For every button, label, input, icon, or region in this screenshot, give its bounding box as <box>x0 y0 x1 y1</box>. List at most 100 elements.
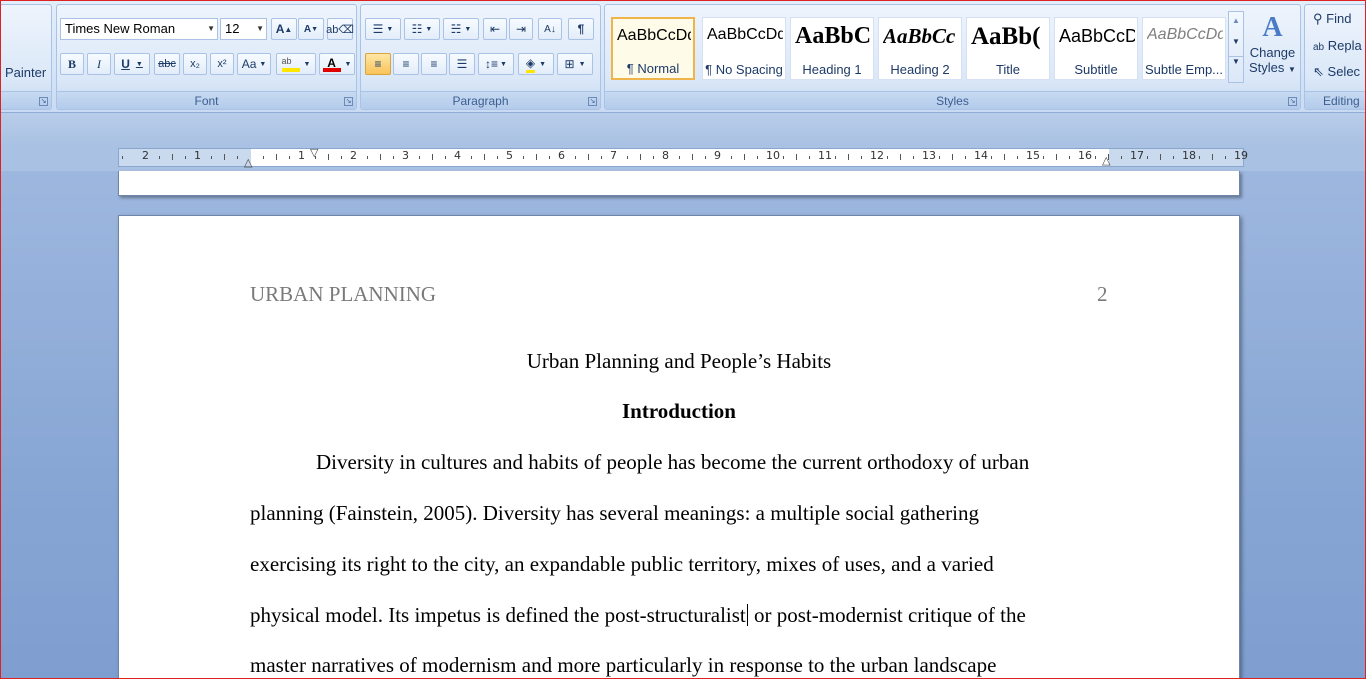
gallery-more-icon[interactable]: ▼ <box>1229 56 1243 66</box>
multilevel-list-button[interactable]: ☵ ▼ <box>443 18 479 40</box>
paragraph-line: planning (Fainstein, 2005). Diversity ha… <box>250 501 980 525</box>
font-name-combo[interactable]: Times New Roman ▼ <box>60 18 218 40</box>
style-heading-2[interactable]: AaBbCc Heading 2 <box>878 17 962 80</box>
ruler-tick-label: 10 <box>766 149 780 162</box>
underline-button[interactable]: U ▼ <box>114 53 150 75</box>
styles-dialog-launcher-icon[interactable]: ↘ <box>1288 97 1297 106</box>
ruler-minor-tick <box>276 154 277 160</box>
ruler-minor-tick <box>705 156 706 159</box>
right-indent-marker-icon[interactable]: △ <box>1102 154 1110 167</box>
ruler-minor-tick <box>1212 154 1213 160</box>
horizontal-ruler[interactable]: 2 1 1 2 3 4 5 6 7 8 9 10 11 12 13 14 15 16 17 18 19 ▽ △ △ <box>118 146 1248 169</box>
bold-button[interactable]: B <box>60 53 84 75</box>
superscript-button[interactable]: x² <box>210 53 234 75</box>
clipboard-launcher-icon[interactable]: ↘ <box>39 97 48 106</box>
ruler-tick-label: 18 <box>1182 149 1196 162</box>
first-line-indent-marker-icon[interactable]: ▽ <box>310 146 318 159</box>
paragraph-dialog-launcher-icon[interactable]: ↘ <box>588 97 597 106</box>
sort-button[interactable]: A↓ <box>538 18 562 40</box>
clear-formatting-button[interactable]: ab⌫ <box>326 18 354 40</box>
ruler-minor-tick <box>328 154 329 160</box>
ruler-minor-tick <box>1004 154 1005 160</box>
style-title[interactable]: AaBb( Title <box>966 17 1050 80</box>
increase-indent-button[interactable]: ⇥ <box>509 18 533 40</box>
ruler-minor-tick <box>445 156 446 159</box>
change-case-button[interactable]: Aa ▼ <box>237 53 271 75</box>
align-center-button[interactable]: ≡ <box>393 53 419 75</box>
eraser-icon: ab⌫ <box>326 23 354 36</box>
shading-button[interactable]: ◈ ▼ <box>518 53 554 75</box>
select-button[interactable]: ⇖ Selec <box>1313 64 1360 80</box>
styles-gallery-scroll[interactable]: ▲ ▼ ▼ <box>1228 11 1244 83</box>
ruler-minor-tick <box>1017 156 1018 159</box>
ruler-tick-label: 19 <box>1234 149 1248 162</box>
subscript-button[interactable]: x₂ <box>183 53 207 75</box>
change-styles-button[interactable]: A Change Styles ▼ <box>1245 11 1300 91</box>
italic-button[interactable]: I <box>87 53 111 75</box>
increase-indent-icon: ⇥ <box>515 22 527 36</box>
ruler-tick-label: 1 <box>194 149 201 162</box>
scroll-up-icon[interactable]: ▲ <box>1229 16 1243 25</box>
font-color-button[interactable]: A ▼ <box>319 53 355 75</box>
align-left-button[interactable]: ≡ <box>365 53 391 75</box>
style-sample: AaBbCcDd <box>707 26 783 43</box>
section-heading: Introduction <box>622 399 736 423</box>
ruler-minor-tick <box>549 156 550 159</box>
style-subtitle[interactable]: AaBbCcD Subtitle <box>1054 17 1138 80</box>
show-hide-button[interactable]: ¶ <box>568 18 594 40</box>
style-normal[interactable]: AaBbCcDd ¶ Normal <box>611 17 695 80</box>
ruler-tick-label: 12 <box>870 149 884 162</box>
ruler-tick-label: 2 <box>350 149 357 162</box>
ruler-tick-label: 5 <box>506 149 513 162</box>
ruler-minor-tick <box>796 154 797 160</box>
style-name: Subtle Emp... <box>1144 62 1224 77</box>
line-spacing-button[interactable]: ↕≡ ▼ <box>478 53 514 75</box>
previous-page[interactable] <box>118 171 1240 196</box>
borders-button[interactable]: ⊞ ▼ <box>557 53 593 75</box>
align-right-button[interactable]: ≡ <box>421 53 447 75</box>
ruler-tick-label: 3 <box>402 149 409 162</box>
font-group: Times New Roman ▼ 12 ▼ A ▲ A ▼ ab⌫ B I U ▼ … <box>56 4 357 110</box>
shrink-font-button[interactable]: A ▼ <box>298 18 324 40</box>
decrease-indent-button[interactable]: ⇤ <box>483 18 507 40</box>
ruler-minor-tick <box>471 156 472 159</box>
ruler-tick-label: 6 <box>558 149 565 162</box>
ruler-minor-tick <box>601 156 602 159</box>
font-size-combo[interactable]: 12 ▼ <box>220 18 267 40</box>
ruler-minor-tick <box>900 154 901 160</box>
ruler-tick-label: 13 <box>922 149 936 162</box>
replace-button[interactable]: ab Repla <box>1313 38 1362 53</box>
grow-font-button[interactable]: A ▲ <box>271 18 297 40</box>
highlight-button[interactable]: ab ▼ <box>276 53 316 75</box>
hanging-indent-marker-icon[interactable]: △ <box>244 156 252 169</box>
strikethrough-button[interactable]: abc <box>154 53 180 75</box>
ruler-minor-tick <box>575 156 576 159</box>
underline-label: U <box>121 57 130 71</box>
bullets-button[interactable]: ☰ ▼ <box>365 18 401 40</box>
font-dialog-launcher-icon[interactable]: ↘ <box>344 97 353 106</box>
document-page[interactable]: URBAN PLANNING 2 Urban Planning and Peop… <box>118 215 1240 679</box>
line-text-after-caret: or post-modernist critique of the <box>748 603 1026 627</box>
paragraph-group: ☰ ▼ ☷ ▼ ☵ ▼ ⇤ ⇥ A↓ ¶ ≡ ≡ ≡ ☰ ↕≡ ▼ ◈ ▼ ⊞ ▼ Para… <box>360 4 601 110</box>
ruler-minor-tick <box>1160 154 1161 160</box>
ruler-minor-tick <box>913 156 914 159</box>
justify-button[interactable]: ☰ <box>449 53 475 75</box>
paragraph-line: master narratives of modernism and more … <box>250 653 997 677</box>
ruler-minor-tick <box>432 154 433 160</box>
style-subtle-emphasis[interactable]: AaBbCcDd Subtle Emp... <box>1142 17 1226 80</box>
justify-icon: ☰ <box>456 57 468 71</box>
style-name: ¶ No Spacing <box>705 62 783 77</box>
ruler-tick-label: 11 <box>818 149 832 162</box>
ruler-minor-tick <box>523 156 524 159</box>
scroll-down-icon[interactable]: ▼ <box>1229 37 1243 46</box>
ruler-minor-tick <box>1225 156 1226 159</box>
ruler-minor-tick <box>627 156 628 159</box>
style-sample: AaBbC <box>795 23 871 49</box>
find-button[interactable]: ⚲ Find <box>1313 11 1351 27</box>
ruler-minor-tick <box>809 156 810 159</box>
style-heading-1[interactable]: AaBbC Heading 1 <box>790 17 874 80</box>
style-no-spacing[interactable]: AaBbCcDd ¶ No Spacing <box>702 17 786 80</box>
numbering-button[interactable]: ☷ ▼ <box>404 18 440 40</box>
ruler-minor-tick <box>939 156 940 159</box>
format-painter-button[interactable]: Painter <box>5 65 46 80</box>
